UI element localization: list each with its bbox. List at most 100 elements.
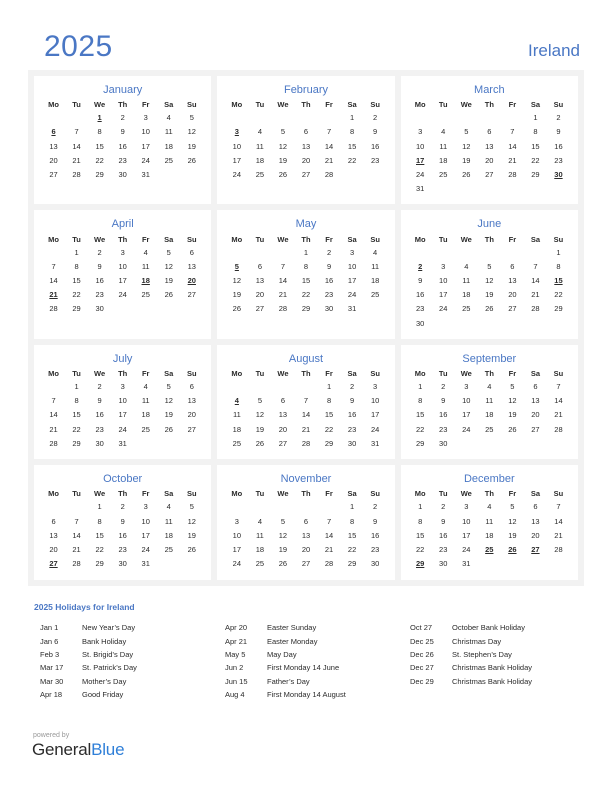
day-cell[interactable]: 4 xyxy=(157,501,180,515)
day-cell[interactable]: 13 xyxy=(180,394,203,408)
day-cell[interactable]: 6 xyxy=(271,394,294,408)
day-cell-holiday[interactable]: 4 xyxy=(225,394,248,408)
day-cell[interactable]: 3 xyxy=(341,246,364,260)
day-cell[interactable]: 12 xyxy=(248,409,271,423)
day-cell[interactable]: 10 xyxy=(225,140,248,154)
day-cell[interactable]: 22 xyxy=(524,154,547,168)
day-cell[interactable]: 25 xyxy=(248,557,271,571)
day-cell[interactable]: 25 xyxy=(248,168,271,182)
day-cell[interactable]: 26 xyxy=(248,437,271,451)
day-cell[interactable]: 18 xyxy=(248,543,271,557)
day-cell[interactable]: 20 xyxy=(271,423,294,437)
day-cell[interactable]: 2 xyxy=(432,380,455,394)
day-cell[interactable]: 16 xyxy=(432,529,455,543)
day-cell[interactable]: 11 xyxy=(225,409,248,423)
day-cell[interactable]: 26 xyxy=(180,543,203,557)
day-cell-holiday[interactable]: 27 xyxy=(42,557,65,571)
day-cell[interactable]: 8 xyxy=(547,260,570,274)
day-cell[interactable]: 1 xyxy=(409,380,432,394)
day-cell[interactable]: 5 xyxy=(501,380,524,394)
day-cell[interactable]: 31 xyxy=(134,168,157,182)
day-cell[interactable]: 26 xyxy=(455,168,478,182)
day-cell[interactable]: 8 xyxy=(409,394,432,408)
day-cell[interactable]: 6 xyxy=(180,246,203,260)
day-cell[interactable]: 15 xyxy=(409,409,432,423)
day-cell[interactable]: 22 xyxy=(409,543,432,557)
day-cell[interactable]: 14 xyxy=(42,274,65,288)
day-cell[interactable]: 16 xyxy=(111,529,134,543)
day-cell[interactable]: 8 xyxy=(341,515,364,529)
day-cell[interactable]: 12 xyxy=(180,126,203,140)
day-cell[interactable]: 1 xyxy=(88,501,111,515)
day-cell[interactable]: 21 xyxy=(42,423,65,437)
day-cell[interactable]: 13 xyxy=(248,274,271,288)
day-cell[interactable]: 15 xyxy=(318,409,341,423)
day-cell[interactable]: 14 xyxy=(65,140,88,154)
day-cell[interactable]: 21 xyxy=(318,154,341,168)
day-cell[interactable]: 30 xyxy=(432,557,455,571)
day-cell[interactable]: 24 xyxy=(455,543,478,557)
day-cell[interactable]: 10 xyxy=(341,260,364,274)
day-cell[interactable]: 25 xyxy=(432,168,455,182)
day-cell[interactable]: 11 xyxy=(364,260,387,274)
day-cell[interactable]: 28 xyxy=(65,168,88,182)
day-cell[interactable]: 11 xyxy=(134,394,157,408)
day-cell[interactable]: 4 xyxy=(478,501,501,515)
day-cell[interactable]: 30 xyxy=(341,437,364,451)
day-cell[interactable]: 15 xyxy=(341,529,364,543)
day-cell[interactable]: 28 xyxy=(547,543,570,557)
day-cell[interactable]: 29 xyxy=(88,557,111,571)
day-cell[interactable]: 30 xyxy=(111,557,134,571)
day-cell[interactable]: 11 xyxy=(134,260,157,274)
day-cell[interactable]: 19 xyxy=(248,423,271,437)
day-cell-holiday[interactable]: 15 xyxy=(547,274,570,288)
day-cell[interactable]: 28 xyxy=(294,437,317,451)
day-cell[interactable]: 7 xyxy=(318,515,341,529)
day-cell[interactable]: 29 xyxy=(409,437,432,451)
day-cell[interactable]: 1 xyxy=(341,501,364,515)
day-cell[interactable]: 10 xyxy=(455,394,478,408)
day-cell[interactable]: 21 xyxy=(65,154,88,168)
day-cell[interactable]: 23 xyxy=(111,154,134,168)
day-cell[interactable]: 16 xyxy=(318,274,341,288)
day-cell[interactable]: 23 xyxy=(409,303,432,317)
day-cell[interactable]: 22 xyxy=(547,288,570,302)
day-cell[interactable]: 4 xyxy=(455,260,478,274)
day-cell[interactable]: 11 xyxy=(432,140,455,154)
day-cell[interactable]: 9 xyxy=(88,260,111,274)
day-cell[interactable]: 21 xyxy=(271,288,294,302)
day-cell[interactable]: 23 xyxy=(364,543,387,557)
day-cell[interactable]: 31 xyxy=(409,182,432,196)
day-cell[interactable]: 26 xyxy=(271,557,294,571)
day-cell[interactable]: 30 xyxy=(318,303,341,317)
day-cell[interactable]: 12 xyxy=(271,529,294,543)
day-cell[interactable]: 17 xyxy=(455,529,478,543)
day-cell[interactable]: 18 xyxy=(248,154,271,168)
day-cell[interactable]: 5 xyxy=(157,380,180,394)
day-cell[interactable]: 18 xyxy=(478,529,501,543)
day-cell[interactable]: 12 xyxy=(478,274,501,288)
day-cell[interactable]: 29 xyxy=(524,168,547,182)
day-cell[interactable]: 23 xyxy=(341,423,364,437)
day-cell[interactable]: 30 xyxy=(432,437,455,451)
day-cell[interactable]: 26 xyxy=(271,168,294,182)
day-cell[interactable]: 5 xyxy=(501,501,524,515)
day-cell[interactable]: 22 xyxy=(65,288,88,302)
day-cell[interactable]: 29 xyxy=(65,437,88,451)
day-cell[interactable]: 29 xyxy=(65,303,88,317)
day-cell[interactable]: 15 xyxy=(524,140,547,154)
day-cell[interactable]: 12 xyxy=(180,515,203,529)
day-cell[interactable]: 8 xyxy=(341,126,364,140)
day-cell[interactable]: 9 xyxy=(409,274,432,288)
day-cell[interactable]: 28 xyxy=(318,168,341,182)
day-cell[interactable]: 7 xyxy=(501,126,524,140)
day-cell[interactable]: 23 xyxy=(318,288,341,302)
day-cell-holiday[interactable]: 2 xyxy=(409,260,432,274)
day-cell[interactable]: 8 xyxy=(294,260,317,274)
day-cell[interactable]: 13 xyxy=(294,140,317,154)
day-cell[interactable]: 9 xyxy=(432,394,455,408)
day-cell-holiday[interactable]: 29 xyxy=(409,557,432,571)
day-cell[interactable]: 2 xyxy=(364,111,387,125)
day-cell[interactable]: 7 xyxy=(65,126,88,140)
day-cell[interactable]: 1 xyxy=(294,246,317,260)
